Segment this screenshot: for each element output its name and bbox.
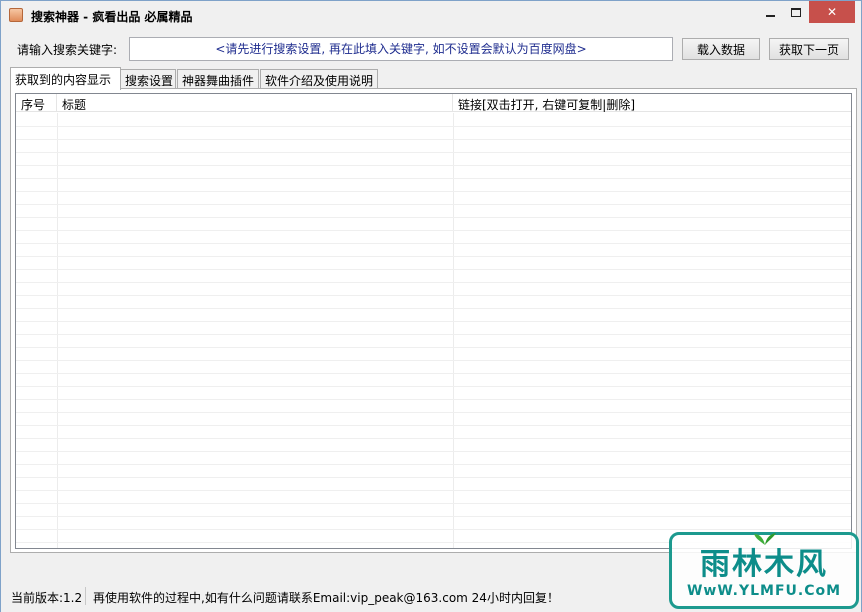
row-gridline bbox=[16, 295, 851, 296]
maximize-icon bbox=[791, 7, 801, 17]
watermark-main: 雨林木风 bbox=[700, 547, 828, 582]
column-header-seq[interactable]: 序号 bbox=[16, 94, 57, 112]
app-icon bbox=[9, 8, 23, 22]
row-gridline bbox=[16, 204, 851, 205]
tab-search-settings[interactable]: 搜索设置 bbox=[120, 69, 176, 89]
keyword-input[interactable] bbox=[129, 37, 673, 61]
row-gridline bbox=[16, 477, 851, 478]
row-gridline bbox=[16, 191, 851, 192]
status-divider bbox=[85, 587, 86, 605]
tab-results[interactable]: 获取到的内容显示 bbox=[10, 67, 121, 90]
row-gridline bbox=[16, 269, 851, 270]
row-gridline bbox=[16, 373, 851, 374]
watermark-logo: 雨林木风 WwW.YLMFU.CoM bbox=[669, 532, 859, 609]
column-header-title[interactable]: 标题 bbox=[57, 94, 453, 112]
row-gridline bbox=[16, 282, 851, 283]
row-gridline bbox=[16, 217, 851, 218]
row-gridline bbox=[16, 308, 851, 309]
window-title: 搜索神器 - 疯看出品 必属精品 bbox=[31, 10, 193, 24]
watermark-sub: WwW.YLMFU.CoM bbox=[686, 583, 842, 599]
title-bar[interactable]: 搜索神器 - 疯看出品 必属精品 ✕ bbox=[1, 1, 861, 29]
row-gridline bbox=[16, 464, 851, 465]
row-gridline bbox=[16, 178, 851, 179]
list-header: 序号 标题 链接[双击打开, 右键可复制|删除] bbox=[16, 94, 851, 112]
tab-music-plugin[interactable]: 神器舞曲插件 bbox=[177, 69, 259, 89]
row-gridline bbox=[16, 230, 851, 231]
row-gridline bbox=[16, 438, 851, 439]
row-gridline bbox=[16, 516, 851, 517]
row-gridline bbox=[16, 425, 851, 426]
results-panel: 序号 标题 链接[双击打开, 右键可复制|删除] bbox=[10, 88, 857, 553]
row-gridline bbox=[16, 126, 851, 127]
next-page-button[interactable]: 获取下一页 bbox=[769, 38, 849, 60]
row-gridline bbox=[16, 412, 851, 413]
row-gridline bbox=[16, 451, 851, 452]
status-version: 当前版本:1.2 bbox=[11, 591, 83, 605]
load-data-button[interactable]: 载入数据 bbox=[682, 38, 760, 60]
list-body[interactable] bbox=[16, 113, 851, 548]
row-gridline bbox=[16, 503, 851, 504]
row-gridline bbox=[16, 256, 851, 257]
row-gridline bbox=[16, 529, 851, 530]
minimize-button[interactable] bbox=[757, 1, 783, 23]
row-gridline bbox=[16, 399, 851, 400]
row-gridline bbox=[16, 334, 851, 335]
row-gridline bbox=[16, 347, 851, 348]
column-header-link[interactable]: 链接[双击打开, 右键可复制|删除] bbox=[453, 94, 851, 112]
row-gridline bbox=[16, 165, 851, 166]
app-window: 搜索神器 - 疯看出品 必属精品 ✕ 请输入搜索关键字: 载入数据 获取下一页 … bbox=[0, 0, 862, 612]
row-gridline bbox=[16, 139, 851, 140]
minimize-icon bbox=[765, 15, 775, 17]
close-button[interactable]: ✕ bbox=[809, 1, 855, 23]
tab-about-help[interactable]: 软件介绍及使用说明 bbox=[260, 69, 378, 89]
row-gridline bbox=[16, 360, 851, 361]
close-icon: ✕ bbox=[826, 5, 838, 19]
row-gridline bbox=[16, 152, 851, 153]
row-gridline bbox=[16, 321, 851, 322]
row-gridline bbox=[16, 243, 851, 244]
row-gridline bbox=[16, 490, 851, 491]
keyword-label: 请输入搜索关键字: bbox=[17, 43, 118, 57]
results-list[interactable]: 序号 标题 链接[双击打开, 右键可复制|删除] bbox=[15, 93, 852, 549]
status-message: 再使用软件的过程中,如有什么问题请联系Email:vip_peak@163.co… bbox=[93, 591, 559, 605]
row-gridline bbox=[16, 386, 851, 387]
maximize-button[interactable] bbox=[783, 1, 809, 23]
